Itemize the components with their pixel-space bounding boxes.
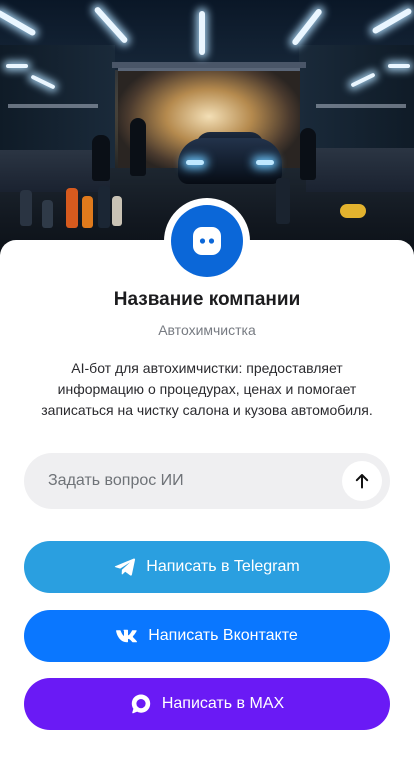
ceiling-lamp — [199, 11, 205, 55]
chemical-bottle — [82, 196, 93, 228]
chemical-bottle — [276, 178, 290, 224]
company-description: AI-бот для автохимчистки: предоставляет … — [41, 360, 373, 418]
chemical-bottle — [42, 200, 53, 228]
vk-button[interactable]: Написать Вконтакте — [24, 610, 390, 662]
ceiling-lamp — [6, 64, 28, 68]
vk-button-label: Написать Вконтакте — [148, 627, 298, 644]
max-button-label: Написать в MAX — [161, 695, 285, 712]
max-icon — [130, 693, 152, 715]
car-headlight — [256, 160, 274, 165]
worker-figure — [130, 118, 146, 176]
ceiling-lamp — [388, 64, 410, 68]
chemical-bottle — [98, 186, 110, 228]
screen: Название компании Автохимчистка AI-бот д… — [0, 0, 414, 770]
telegram-button-label: Написать в Telegram — [146, 558, 300, 575]
arrow-up-icon — [353, 472, 371, 490]
tool-cabinet — [306, 148, 414, 192]
tool-shelf — [8, 104, 98, 108]
company-category: Автохимчистка — [158, 322, 256, 338]
send-button[interactable] — [342, 461, 382, 501]
tool-shelf — [316, 104, 406, 108]
worker-figure — [300, 128, 316, 180]
ask-ai-bar — [24, 453, 390, 509]
chemical-bottle — [340, 204, 366, 218]
telegram-icon — [114, 557, 136, 577]
chemical-bottle — [112, 196, 122, 226]
car-headlight — [186, 160, 204, 165]
worker-figure — [92, 135, 110, 181]
telegram-button[interactable]: Написать в Telegram — [24, 541, 390, 593]
chat-bot-icon — [192, 226, 222, 256]
vk-icon — [116, 629, 138, 643]
ask-ai-input[interactable] — [48, 461, 342, 501]
max-button[interactable]: Написать в MAX — [24, 678, 390, 730]
company-name: Название компании — [113, 289, 301, 310]
chemical-bottle — [20, 190, 32, 226]
chemical-bottle — [66, 188, 78, 228]
avatar-circle — [171, 205, 243, 277]
company-avatar — [164, 198, 250, 284]
